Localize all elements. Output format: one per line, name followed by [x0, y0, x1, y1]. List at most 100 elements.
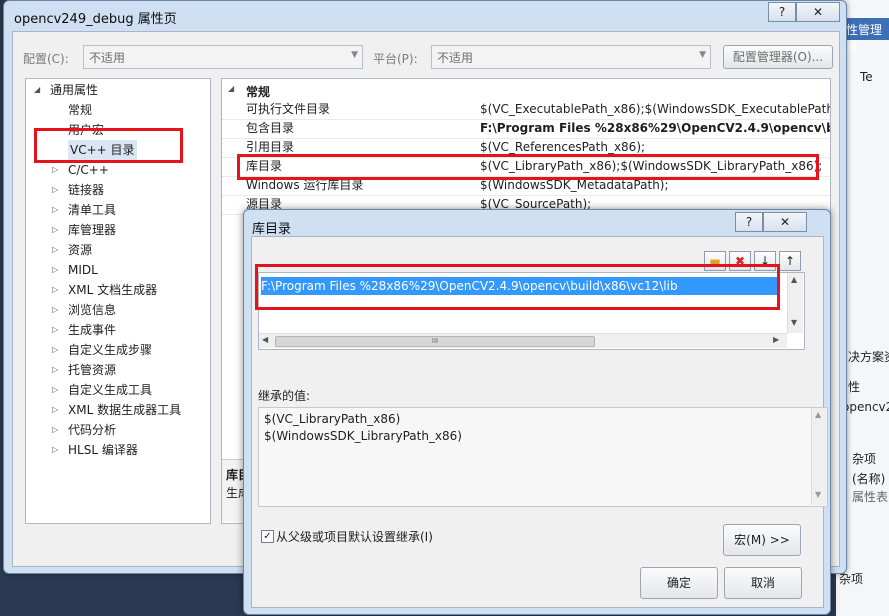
grid-row[interactable]: Windows 运行库目录 $(WindowsSDK_MetadataPath);: [222, 176, 830, 196]
expander-icon[interactable]: ◢: [228, 84, 234, 93]
tree-item[interactable]: ▷ HLSL 编译器: [26, 440, 208, 460]
expander-icon[interactable]: ▷: [52, 260, 58, 280]
expander-icon[interactable]: ▷: [52, 340, 58, 360]
scroll-down-icon[interactable]: ▼: [791, 318, 797, 327]
inherited-values-box: $(VC_LibraryPath_x86) $(WindowsSDK_Libra…: [258, 407, 828, 507]
bg-tree-item[interactable]: Te: [860, 70, 873, 84]
expander-icon[interactable]: ▷: [52, 320, 58, 340]
vertical-scrollbar[interactable]: ▲ ▼: [811, 408, 827, 505]
help-button[interactable]: ?: [735, 212, 763, 232]
tree-item[interactable]: ▷ 托管资源: [26, 360, 208, 380]
directory-list[interactable]: F:\Program Files %28x86%29\OpenCV2.4.9\o…: [258, 272, 805, 350]
scroll-down-icon[interactable]: ▼: [815, 490, 821, 499]
tree-item-label: 资源: [68, 243, 93, 257]
macro-button[interactable]: 宏(M) >>: [723, 524, 801, 556]
dialog-title: opencv249_debug 属性页: [14, 12, 177, 27]
grid-category: 常规: [246, 85, 271, 99]
tree-item-label: XML 数据生成器工具: [68, 403, 182, 417]
move-up-icon[interactable]: ↑: [779, 251, 801, 271]
platform-combo[interactable]: 不适用 ▼: [431, 45, 711, 69]
prop-value[interactable]: $(VC_LibraryPath_x86);$(WindowsSDK_Libra…: [480, 157, 822, 176]
platform-label: 平台(P):: [373, 52, 418, 66]
expander-icon[interactable]: ▷: [52, 440, 58, 460]
tree-item-label: VC++ 目录: [68, 140, 137, 160]
tree-item[interactable]: ◢ 通用属性: [26, 80, 208, 100]
tree-item[interactable]: ▷ 清单工具: [26, 200, 208, 220]
tree-item[interactable]: 用户宏: [26, 120, 208, 140]
expander-icon[interactable]: ◢: [34, 80, 40, 100]
expander-icon[interactable]: ▷: [52, 400, 58, 420]
tree-item[interactable]: ▷ MIDL: [26, 260, 208, 280]
expander-icon[interactable]: ▷: [52, 300, 58, 320]
inherited-value: $(VC_LibraryPath_x86): [264, 412, 401, 426]
scroll-thumb[interactable]: III: [275, 336, 595, 347]
grid-row[interactable]: 可执行文件目录 $(VC_ExecutablePath_x86);$(Window…: [222, 100, 830, 120]
tree-item[interactable]: ▷ 库管理器: [26, 220, 208, 240]
expander-icon[interactable]: ▷: [52, 420, 58, 440]
tree-item[interactable]: ▷ XML 文档生成器: [26, 280, 208, 300]
tree-item[interactable]: ▷ 自定义生成工具: [26, 380, 208, 400]
grid-row-library-directories[interactable]: 库目录 $(VC_LibraryPath_x86);$(WindowsSDK_Li…: [222, 157, 830, 177]
bg-tab[interactable]: 决方案资: [848, 348, 889, 365]
tree-item[interactable]: ▷ XML 数据生成器工具: [26, 400, 208, 420]
config-label: 配置(C):: [23, 52, 69, 66]
bg-tab[interactable]: 性: [848, 378, 860, 395]
close-button[interactable]: ✕: [796, 2, 840, 22]
vertical-scrollbar[interactable]: ▲ ▼: [787, 273, 803, 333]
prop-name: 包含目录: [246, 121, 295, 135]
config-manager-button[interactable]: 配置管理器(O)...: [723, 45, 833, 69]
expander-icon[interactable]: ▷: [52, 220, 58, 240]
move-down-icon[interactable]: ↓: [754, 251, 776, 271]
expander-icon[interactable]: ▷: [52, 360, 58, 380]
tree-item[interactable]: ▷ C/C++: [26, 160, 208, 180]
prop-value[interactable]: $(VC_ExecutablePath_x86);$(WindowsSDK_Ex…: [480, 100, 830, 119]
tree-item-vc-directories[interactable]: VC++ 目录: [26, 140, 208, 160]
scroll-left-icon[interactable]: ◀: [262, 335, 268, 344]
tree-item[interactable]: ▷ 代码分析: [26, 420, 208, 440]
scroll-up-icon[interactable]: ▲: [791, 275, 797, 284]
prop-value[interactable]: F:\Program Files %28x86%29\OpenCV2.4.9\o…: [480, 119, 830, 138]
expander-icon[interactable]: ▷: [52, 280, 58, 300]
scroll-right-icon[interactable]: ▶: [773, 335, 779, 344]
expander-icon[interactable]: ▷: [52, 240, 58, 260]
tree-item[interactable]: ▷ 链接器: [26, 180, 208, 200]
category-tree[interactable]: ◢ 通用属性 常规 用户宏 VC++ 目录 ▷ C/C++ ▷ 链接器 ▷ 清单工具 ▷…: [25, 78, 211, 524]
expander-icon[interactable]: ▷: [52, 200, 58, 220]
tree-item[interactable]: ▷ 资源: [26, 240, 208, 260]
prop-value[interactable]: $(WindowsSDK_MetadataPath);: [480, 176, 669, 195]
dialog-body: ▬ ✖ ↓ ↑ F:\Program Files %28x86%29\OpenC…: [251, 236, 828, 608]
chevron-down-icon: ▼: [351, 50, 358, 60]
grid-row[interactable]: 包含目录 F:\Program Files %28x86%29\OpenCV2.4…: [222, 119, 830, 139]
expander-icon[interactable]: ▷: [52, 380, 58, 400]
cancel-button[interactable]: 取消: [724, 567, 802, 599]
tree-item-label: XML 文档生成器: [68, 283, 158, 297]
tree-item[interactable]: ▷ 生成事件: [26, 320, 208, 340]
tree-item[interactable]: ▷ 自定义生成步骤: [26, 340, 208, 360]
tree-item-label: 用户宏: [68, 123, 105, 137]
ok-button[interactable]: 确定: [640, 567, 718, 599]
help-button[interactable]: ?: [768, 2, 796, 22]
prop-value[interactable]: $(VC_ReferencesPath_x86);: [480, 138, 645, 157]
inherit-checkbox[interactable]: ✓: [261, 530, 274, 543]
bg-object: opencv2: [842, 400, 889, 414]
tree-item[interactable]: ▷ 浏览信息: [26, 300, 208, 320]
delete-icon[interactable]: ✖: [729, 251, 751, 271]
expander-icon[interactable]: ▷: [52, 160, 58, 180]
tree-item[interactable]: 常规: [26, 100, 208, 120]
grid-row[interactable]: 引用目录 $(VC_ReferencesPath_x86);: [222, 138, 830, 158]
platform-value: 不适用: [437, 51, 474, 65]
config-combo[interactable]: 不适用 ▼: [83, 45, 363, 69]
expander-icon[interactable]: ▷: [52, 180, 58, 200]
tree-item-label: MIDL: [68, 263, 98, 277]
scroll-up-icon[interactable]: ▲: [815, 410, 821, 419]
tree-item-label: 自定义生成工具: [68, 383, 153, 397]
dialog-title: 库目录: [252, 222, 292, 237]
list-item[interactable]: F:\Program Files %28x86%29\OpenCV2.4.9\o…: [261, 277, 779, 295]
inherit-checkbox-label: 从父级或项目默认设置继承(I): [276, 530, 433, 544]
close-button[interactable]: ✕: [763, 212, 807, 232]
new-folder-icon[interactable]: ▬: [704, 251, 726, 271]
prop-name: Windows 运行库目录: [246, 178, 364, 192]
tree-item-label: C/C++: [68, 163, 109, 177]
inherited-value: $(WindowsSDK_LibraryPath_x86): [264, 429, 462, 443]
horizontal-scrollbar[interactable]: ◀ III ▶: [259, 333, 787, 348]
